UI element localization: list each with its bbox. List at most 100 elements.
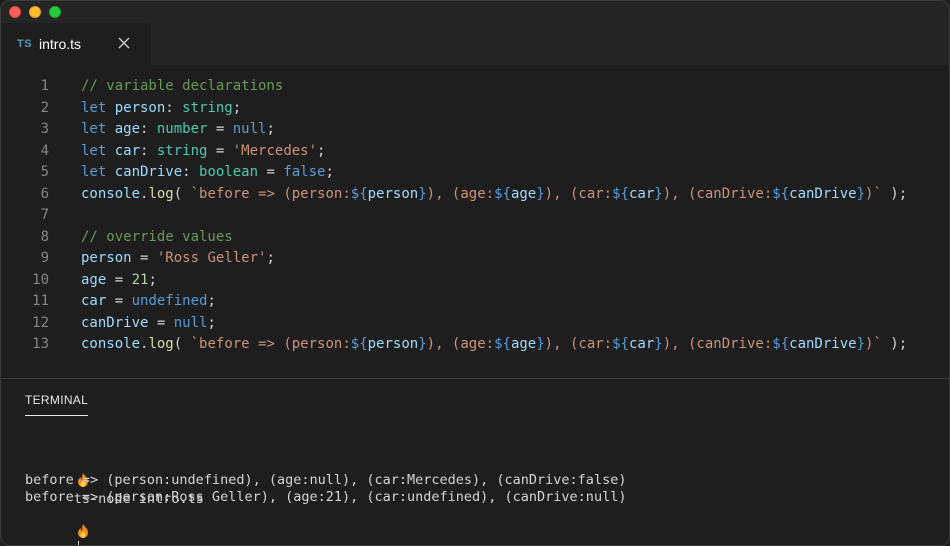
code-token: } bbox=[536, 185, 545, 202]
code-token: ; bbox=[266, 121, 275, 137]
code-line[interactable]: 6 console.log( `before => (person:${perso… bbox=[1, 184, 949, 206]
code-token: ); bbox=[881, 185, 908, 202]
code-token: ; bbox=[148, 271, 157, 288]
code-token: `before => (person: bbox=[190, 185, 351, 202]
line-number: 10 bbox=[32, 271, 49, 288]
code-token: ( bbox=[173, 185, 191, 202]
tab-intro-ts[interactable]: TS intro.ts bbox=[1, 23, 151, 65]
code-line[interactable]: 11 car = undefined; bbox=[1, 291, 949, 313]
code-line[interactable]: 8 // override values bbox=[1, 227, 949, 249]
code-token: ${ bbox=[494, 185, 511, 202]
code-token: } bbox=[654, 185, 663, 202]
line-number: 12 bbox=[32, 314, 49, 331]
code-token: age bbox=[114, 121, 141, 137]
code-line[interactable]: 13 console.log( `before => (person:${pers… bbox=[1, 334, 949, 356]
code-line[interactable]: 12 canDrive = null; bbox=[1, 313, 949, 335]
code-token: ; bbox=[207, 314, 216, 331]
code-line[interactable]: 7 bbox=[1, 205, 949, 227]
code-line[interactable]: 5 let canDrive: boolean = false; bbox=[1, 162, 949, 184]
code-token: undefined bbox=[131, 293, 208, 309]
code-token: ); bbox=[881, 336, 908, 352]
code-token: ${ bbox=[772, 336, 790, 352]
code-token: boolean bbox=[199, 164, 259, 180]
code-token: false bbox=[283, 164, 326, 180]
minimize-window-button[interactable] bbox=[29, 6, 41, 18]
code-token: = bbox=[106, 271, 132, 288]
code-token: = bbox=[148, 314, 174, 331]
code-token: 21 bbox=[131, 271, 149, 288]
code-token: person bbox=[367, 336, 419, 352]
code-line[interactable]: 9 person = 'Ross Geller'; bbox=[1, 248, 949, 270]
code-text: person = 'Ross Geller'; bbox=[81, 248, 275, 270]
code-token: car bbox=[628, 336, 655, 352]
code-token: : bbox=[165, 99, 183, 116]
code-token: console bbox=[81, 336, 141, 352]
code-line[interactable]: 4 let car: string = 'Mercedes'; bbox=[1, 141, 949, 163]
code-token: = bbox=[207, 142, 233, 159]
terminal-prompt-line[interactable] bbox=[25, 505, 92, 545]
code-token: let bbox=[81, 164, 115, 180]
code-token: : bbox=[140, 121, 157, 137]
code-token: ${ bbox=[350, 185, 368, 202]
code-text: console.log( `before => (person:${person… bbox=[81, 334, 907, 356]
code-token: ( bbox=[173, 336, 191, 352]
line-number: 1 bbox=[40, 78, 49, 94]
code-line[interactable]: 10 age = 21; bbox=[1, 270, 949, 292]
code-token: ; bbox=[325, 164, 334, 180]
terminal-command-line: ts-node intro.ts bbox=[25, 454, 204, 507]
code-text: console.log( `before => (person:${person… bbox=[81, 184, 907, 206]
code-token: log bbox=[148, 185, 174, 202]
code-line[interactable]: 1 // variable declarations bbox=[1, 76, 949, 98]
code-token: ), (canDrive: bbox=[662, 336, 773, 352]
code-line[interactable]: 2 let person: string; bbox=[1, 98, 949, 120]
code-token: // variable declarations bbox=[81, 78, 284, 94]
terminal-panel[interactable]: TERMINAL ts-node intro.ts before => (per… bbox=[1, 379, 949, 545]
tab-terminal[interactable]: TERMINAL bbox=[25, 393, 88, 407]
code-editor[interactable]: 1 // variable declarations 2 let person: st… bbox=[1, 65, 949, 377]
code-token: let bbox=[81, 121, 115, 137]
line-number: 7 bbox=[40, 207, 49, 223]
code-token: car bbox=[81, 293, 107, 309]
code-token: canDrive bbox=[81, 314, 149, 331]
code-token: } bbox=[418, 336, 427, 352]
line-number: 8 bbox=[40, 228, 49, 245]
text-cursor bbox=[77, 541, 79, 545]
code-token: age bbox=[81, 271, 107, 288]
code-token: number bbox=[156, 121, 208, 137]
line-number: 13 bbox=[32, 336, 49, 352]
close-icon bbox=[118, 37, 130, 49]
code-token: = bbox=[131, 250, 157, 266]
code-token: } bbox=[418, 185, 427, 202]
code-token: person bbox=[81, 250, 132, 266]
code-token: ; bbox=[317, 142, 326, 159]
code-token: = bbox=[207, 121, 233, 137]
close-window-button[interactable] bbox=[9, 6, 21, 18]
code-token: person bbox=[114, 99, 166, 116]
code-token: age bbox=[510, 185, 537, 202]
code-text: let age: number = null; bbox=[81, 119, 275, 141]
tab-bar: TS intro.ts bbox=[1, 23, 949, 65]
code-text: age = 21; bbox=[81, 270, 157, 292]
code-text: let canDrive: boolean = false; bbox=[81, 162, 334, 184]
code-token: ; bbox=[207, 293, 216, 309]
line-number: 5 bbox=[40, 164, 49, 180]
code-token: ), (car: bbox=[544, 185, 613, 202]
code-text: // override values bbox=[81, 227, 233, 249]
line-number: 6 bbox=[40, 185, 49, 202]
code-token: )` bbox=[865, 336, 882, 352]
code-line[interactable]: 3 let age: number = null; bbox=[1, 119, 949, 141]
line-number: 4 bbox=[40, 142, 49, 159]
code-token: } bbox=[654, 336, 663, 352]
code-token: ${ bbox=[772, 185, 790, 202]
code-token: 'Mercedes' bbox=[232, 142, 318, 159]
code-token: canDrive bbox=[789, 185, 857, 202]
maximize-window-button[interactable] bbox=[49, 6, 61, 18]
code-token: = bbox=[106, 293, 132, 309]
code-token: canDrive bbox=[789, 336, 857, 352]
close-tab-button[interactable] bbox=[115, 34, 133, 52]
code-token: ${ bbox=[350, 336, 368, 352]
code-token: } bbox=[856, 185, 866, 202]
line-number: 9 bbox=[40, 250, 49, 266]
code-token: null bbox=[173, 314, 208, 331]
code-token: let bbox=[81, 142, 115, 159]
